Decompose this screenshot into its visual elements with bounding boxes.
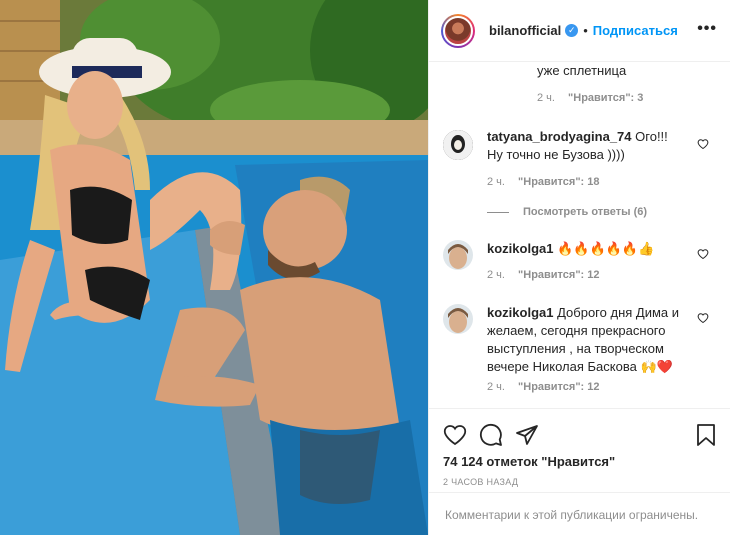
post-photo-illustration [0, 0, 428, 535]
comment-likes[interactable]: "Нравится": 3 [568, 92, 643, 104]
comment-meta: 2 ч. "Нравится": 3 [537, 92, 643, 104]
comment-meta: 2 ч. "Нравится": 12 [487, 381, 600, 393]
bookmark-icon[interactable] [695, 423, 717, 447]
comment-time[interactable]: 2 ч. [487, 381, 505, 393]
author-avatar-image [443, 15, 473, 46]
comment-body: kozikolga1 🔥🔥🔥🔥🔥👍 [487, 240, 687, 258]
post-details-panel: bilanofficial ✓ • Подписаться ••• уже сп… [428, 0, 730, 535]
separator-dot: • [583, 23, 588, 38]
likes-count[interactable]: 74 124 отметок "Нравится" [443, 454, 615, 469]
author-username[interactable]: bilanofficial [489, 23, 561, 38]
post-photo[interactable] [0, 0, 428, 535]
commenter-username[interactable]: tatyana_brodyagina_74 [487, 129, 632, 144]
replies-line [487, 211, 509, 213]
commenter-avatar[interactable] [443, 130, 473, 160]
comment-like-icon[interactable] [697, 312, 709, 324]
comment-likes[interactable]: "Нравится": 12 [518, 269, 599, 281]
post-actions: 74 124 отметок "Нравится" 2 ЧАСОВ НАЗАД … [429, 408, 730, 535]
view-replies-label: Посмотреть ответы (6) [523, 206, 648, 218]
follow-button[interactable]: Подписаться [593, 23, 678, 38]
post-header: bilanofficial ✓ • Подписаться ••• [429, 0, 730, 62]
comment-like-icon[interactable] [697, 138, 709, 150]
comment-item: kozikolga1 🔥🔥🔥🔥🔥👍 2 ч. "Нравится": 12 [429, 238, 730, 288]
comment-icon[interactable] [479, 423, 503, 447]
post-time-ago[interactable]: 2 ЧАСОВ НАЗАД [443, 477, 518, 487]
commenter-username[interactable]: kozikolga1 [487, 305, 553, 320]
commenter-avatar[interactable] [443, 240, 473, 270]
commenter-avatar-image [443, 240, 473, 270]
comment-text: уже сплетница [537, 63, 627, 78]
commenter-avatar-image [443, 130, 473, 160]
verified-icon: ✓ [565, 24, 579, 37]
comment-text: 🔥🔥🔥🔥🔥👍 [557, 241, 655, 256]
commenter-username[interactable]: kozikolga1 [487, 241, 553, 256]
commenter-avatar[interactable] [443, 304, 473, 334]
more-options-icon[interactable]: ••• [697, 20, 717, 38]
share-icon[interactable] [515, 423, 539, 447]
heart-icon[interactable] [443, 423, 467, 447]
comment-likes[interactable]: "Нравится": 12 [518, 381, 599, 393]
view-replies[interactable]: Посмотреть ответы (6) [487, 206, 647, 218]
comment-meta: 2 ч. "Нравится": 18 [487, 176, 600, 188]
comment-body: kozikolga1 Доброго дня Дима и желаем, се… [487, 304, 683, 376]
author-avatar[interactable] [441, 13, 475, 48]
comment-item: kozikolga1 Доброго дня Дима и желаем, се… [429, 302, 730, 402]
commenter-avatar-image [443, 304, 473, 334]
comment-likes[interactable]: "Нравится": 18 [518, 176, 599, 188]
comments-list[interactable]: уже сплетница 2 ч. "Нравится": 3 tatyana… [429, 62, 730, 408]
comment-time[interactable]: 2 ч. [487, 176, 505, 188]
comment-time[interactable]: 2 ч. [487, 269, 505, 281]
comments-limited-notice: Комментарии к этой публикации ограничены… [429, 492, 730, 535]
comment-meta: 2 ч. "Нравится": 12 [487, 269, 600, 281]
comment-like-icon[interactable] [697, 248, 709, 260]
comment-item: tatyana_brodyagina_74 Ого!!! Ну точно не… [429, 126, 730, 218]
comment-time[interactable]: 2 ч. [537, 92, 555, 104]
comment-body: tatyana_brodyagina_74 Ого!!! Ну точно не… [487, 128, 687, 164]
